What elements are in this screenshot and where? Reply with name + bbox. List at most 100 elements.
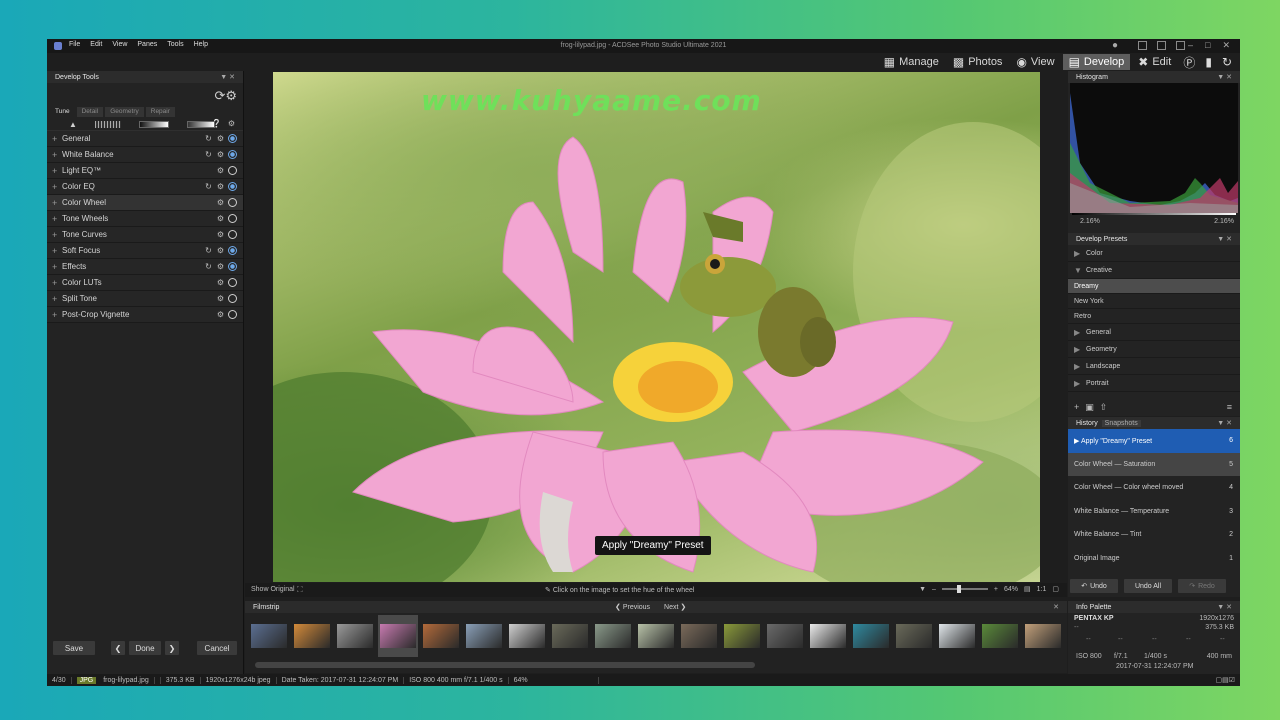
done-button[interactable]: Done bbox=[129, 641, 161, 655]
save-button[interactable]: Save bbox=[53, 641, 95, 655]
enable-toggle-icon[interactable] bbox=[228, 214, 237, 223]
zoom-slider-thumb[interactable] bbox=[956, 585, 961, 593]
zoom-options-icon[interactable]: ▤ bbox=[1024, 585, 1031, 593]
zoom-dropdown-icon[interactable]: ▼ bbox=[919, 586, 926, 593]
enable-toggle-icon[interactable] bbox=[228, 182, 237, 191]
levels-icon[interactable] bbox=[94, 121, 121, 128]
reset-icon[interactable]: ↻ bbox=[204, 134, 213, 143]
tool-item[interactable]: + White Balance ↻ ⚙ bbox=[47, 147, 243, 163]
expand-icon[interactable]: + bbox=[52, 278, 62, 288]
layout-right-icon[interactable] bbox=[1176, 41, 1185, 50]
tab-snapshots[interactable]: Snapshots bbox=[1101, 419, 1141, 427]
preset-group[interactable]: ▶ Landscape bbox=[1068, 358, 1240, 375]
expand-icon[interactable]: + bbox=[52, 246, 62, 256]
mode-view[interactable]: ◉ View bbox=[1010, 54, 1060, 70]
tab-geometry[interactable]: Geometry bbox=[105, 107, 144, 117]
fit-icon[interactable]: ▢ bbox=[1052, 585, 1059, 593]
preset-group[interactable]: ▶ Portrait bbox=[1068, 375, 1240, 392]
enable-toggle-icon[interactable] bbox=[228, 230, 237, 239]
filmstrip-thumbnail[interactable] bbox=[808, 615, 848, 657]
expand-arrow-icon[interactable]: ▼ bbox=[1074, 266, 1086, 275]
tool-item[interactable]: + Tone Curves ⚙ bbox=[47, 227, 243, 243]
redo-button[interactable]: ↷ Redo bbox=[1178, 579, 1226, 593]
help-icon[interactable]: ❔ bbox=[212, 119, 222, 128]
expand-icon[interactable]: + bbox=[52, 230, 62, 240]
tool-item[interactable]: + Soft Focus ↻ ⚙ bbox=[47, 243, 243, 259]
filmstrip-thumbnail[interactable] bbox=[1023, 615, 1063, 657]
info-close-icon[interactable]: ▼ ✕ bbox=[1217, 603, 1232, 611]
reset-icon[interactable]: ↻ bbox=[204, 246, 213, 255]
zoom-out-icon[interactable]: – bbox=[932, 586, 936, 593]
prev-image-button[interactable]: ❮ bbox=[111, 641, 125, 655]
reset-icon[interactable]: ↻ bbox=[204, 182, 213, 191]
filmstrip-thumbnail[interactable] bbox=[722, 615, 762, 657]
filmstrip-thumbnail[interactable] bbox=[980, 615, 1020, 657]
filmstrip-next-button[interactable]: Next ❯ bbox=[664, 603, 686, 611]
zoom-slider[interactable] bbox=[941, 585, 988, 593]
gear-icon[interactable]: ⚙ bbox=[216, 150, 225, 159]
histogram-close-icon[interactable]: ▼ ✕ bbox=[1217, 73, 1232, 81]
gear-icon[interactable]: ⚙ bbox=[216, 310, 225, 319]
enable-toggle-icon[interactable] bbox=[228, 166, 237, 175]
history-item[interactable]: White Balance — Temperature 3 bbox=[1068, 500, 1240, 524]
reset-icon[interactable]: ↻ bbox=[204, 150, 213, 159]
cancel-button[interactable]: Cancel bbox=[197, 641, 237, 655]
mode-develop[interactable]: ▤ Develop bbox=[1062, 54, 1131, 70]
expand-icon[interactable]: + bbox=[52, 150, 62, 160]
status-view-icons[interactable]: ▢▤☑ bbox=[1210, 676, 1240, 684]
filmstrip-thumbnail[interactable] bbox=[636, 615, 676, 657]
gradient-white-icon[interactable] bbox=[186, 121, 215, 128]
gear-icon[interactable]: ⚙ bbox=[216, 214, 225, 223]
gear-icon[interactable]: ⚙ bbox=[216, 246, 225, 255]
tool-item[interactable]: + Tone Wheels ⚙ bbox=[47, 211, 243, 227]
history-close-icon[interactable]: ▼ ✕ bbox=[1217, 419, 1232, 427]
enable-toggle-icon[interactable] bbox=[228, 134, 237, 143]
settings-gear-icon[interactable]: ⚙ bbox=[228, 119, 235, 128]
history-item[interactable]: Color Wheel — Saturation 5 bbox=[1068, 452, 1240, 476]
mode-edit[interactable]: ✖ Edit bbox=[1132, 54, 1177, 70]
gear-icon[interactable]: ⚙ bbox=[216, 198, 225, 207]
tool-item[interactable]: + Color EQ ↻ ⚙ bbox=[47, 179, 243, 195]
filmstrip-thumbnail[interactable] bbox=[679, 615, 719, 657]
filmstrip-thumbnail[interactable] bbox=[464, 615, 504, 657]
sync-icon[interactable]: ↻ bbox=[1218, 54, 1236, 70]
next-image-button[interactable]: ❯ bbox=[165, 641, 179, 655]
tab-tune[interactable]: Tune bbox=[50, 107, 75, 117]
zoom-in-icon[interactable]: + bbox=[994, 586, 998, 593]
mode-manage[interactable]: ▦ Manage bbox=[878, 54, 945, 70]
gear-icon[interactable]: ⚙ bbox=[216, 230, 225, 239]
tool-item[interactable]: + Effects ↻ ⚙ bbox=[47, 259, 243, 275]
gear-icon[interactable]: ⚙ bbox=[216, 182, 225, 191]
preset-group[interactable]: ▼ Creative bbox=[1068, 262, 1240, 279]
minimize-icon[interactable]: – bbox=[1188, 40, 1193, 51]
mode-photos[interactable]: ▩ Photos bbox=[947, 54, 1009, 70]
filmstrip-thumbnail[interactable] bbox=[421, 615, 461, 657]
presets-close-icon[interactable]: ▼ ✕ bbox=[1217, 235, 1232, 243]
filmstrip-thumbnail[interactable] bbox=[593, 615, 633, 657]
history-item[interactable]: White Balance — Tint 2 bbox=[1068, 523, 1240, 547]
history-item[interactable]: Original Image 1 bbox=[1068, 547, 1240, 571]
expand-arrow-icon[interactable]: ▶ bbox=[1074, 328, 1086, 337]
filmstrip-previous-button[interactable]: ❮ Previous bbox=[615, 603, 650, 611]
import-preset-icon[interactable]: ▣ bbox=[1085, 402, 1094, 413]
filmstrip-thumbnail[interactable] bbox=[507, 615, 547, 657]
reset-icon[interactable]: ↻ bbox=[204, 262, 213, 271]
expand-icon[interactable]: + bbox=[52, 294, 62, 304]
tool-item[interactable]: + Post-Crop Vignette ⚙ bbox=[47, 307, 243, 323]
history-item[interactable]: Color Wheel — Color wheel moved 4 bbox=[1068, 476, 1240, 500]
expand-icon[interactable]: + bbox=[52, 214, 62, 224]
close-icon[interactable]: ✕ bbox=[1222, 40, 1230, 51]
enable-toggle-icon[interactable] bbox=[228, 150, 237, 159]
preset-group[interactable]: ▶ Color bbox=[1068, 245, 1240, 262]
gear-icon[interactable]: ⚙ bbox=[216, 134, 225, 143]
filmstrip-thumbnail[interactable] bbox=[550, 615, 590, 657]
expand-arrow-icon[interactable]: ▶ bbox=[1074, 379, 1086, 388]
tool-item[interactable]: + Color Wheel ⚙ bbox=[47, 195, 243, 211]
filmstrip-thumbnail[interactable] bbox=[937, 615, 977, 657]
maximize-icon[interactable]: □ bbox=[1205, 40, 1210, 51]
user-icon[interactable]: ● bbox=[1112, 40, 1118, 51]
enable-toggle-icon[interactable] bbox=[228, 294, 237, 303]
enable-toggle-icon[interactable] bbox=[228, 198, 237, 207]
filmstrip-thumbnail[interactable] bbox=[292, 615, 332, 657]
expand-arrow-icon[interactable]: ▶ bbox=[1074, 362, 1086, 371]
